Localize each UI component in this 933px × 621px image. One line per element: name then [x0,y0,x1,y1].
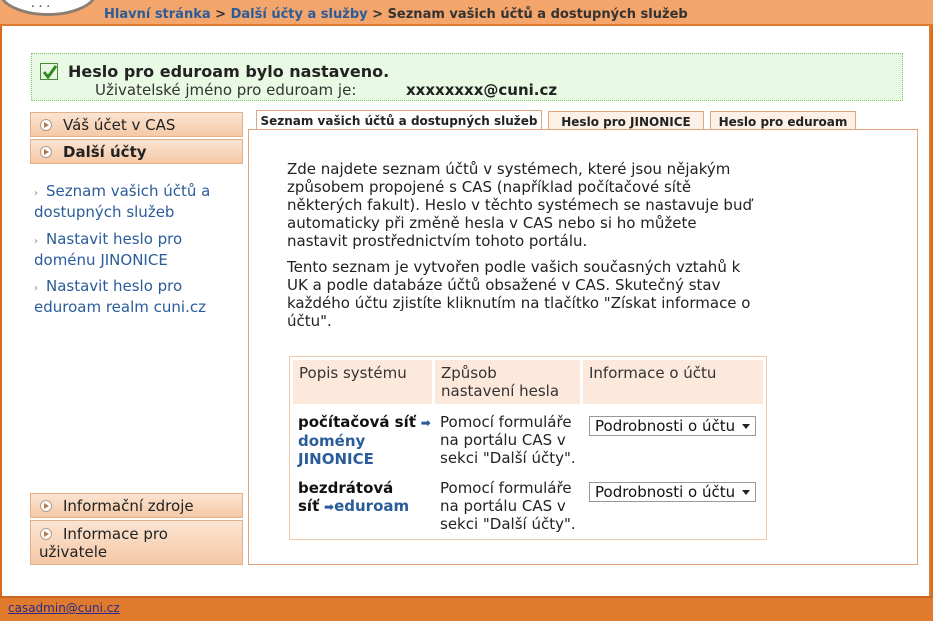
check-icon [40,63,58,80]
breadcrumb-other-link[interactable]: Další účty a služby [231,7,368,22]
sidebar-item-other-accounts[interactable]: Další účty [30,139,243,164]
sidebar-link-jinonice[interactable]: › Nastavit heslo pro doménu JINONICE [34,230,234,269]
breadcrumb: Hlavní stránka > Další účty a služby > S… [104,7,688,22]
sidebar-item-label: Další účty [63,143,147,161]
table-header: Způsob nastavení hesla [435,360,580,404]
system-label: počítačová síť [298,413,416,431]
chevron-down-icon [742,490,750,495]
sidebar-item-label: Informační zdroje [63,497,194,515]
sidebar-link-label: Nastavit heslo pro eduroam realm cuni.cz [34,277,206,316]
bullet-icon: › [34,188,38,199]
sidebar-item-cas-account[interactable]: Váš účet v CAS [30,112,243,137]
alert-title: Heslo pro eduroam bylo nastaveno. [68,62,390,81]
sidebar-link-eduroam[interactable]: › Nastavit heslo pro eduroam realm cuni.c… [34,277,234,316]
account-details-select[interactable]: Podrobnosti o účtu [589,482,756,502]
table-cell-system: bezdrátová síť ➡eduroam [298,479,418,516]
breadcrumb-current: Seznam vašich účtů a dostupných služeb [387,7,688,22]
circle-arrow-icon [40,119,52,131]
tab-panel: Zde najdete seznam účtů v systémech, kte… [248,129,918,565]
select-value: Podrobnosti o účtu [595,417,736,435]
username-value: xxxxxxxx@cuni.cz [406,81,558,99]
chevron-down-icon [742,424,750,429]
footer-email-link[interactable]: casadmin@cuni.cz [8,601,120,615]
success-alert: Heslo pro eduroam bylo nastaveno. Uživat… [31,53,903,101]
account-details-select[interactable]: Podrobnosti o účtu [589,416,756,436]
arrow-right-icon: ➡ [324,500,335,514]
arrow-right-icon: ➡ [420,416,431,430]
university-logo: ∙ ∙ ∙ [0,0,98,16]
bullet-icon: › [34,236,38,247]
sidebar-item-label: Váš účet v CAS [63,116,176,134]
sidebar-link-accounts-list[interactable]: › Seznam vašich účtů a dostupných služeb [34,182,234,221]
accounts-table: Popis systému Způsob nastavení hesla Inf… [289,356,767,540]
system-link-jinonice[interactable]: domény JINONICE [298,432,388,468]
tab-accounts-list[interactable]: Seznam vašich účtů a dostupných služeb [256,110,542,130]
circle-arrow-icon [40,146,52,158]
breadcrumb-home-link[interactable]: Hlavní stránka [104,7,211,22]
sidebar-link-label: Nastavit heslo pro doménu JINONICE [34,230,183,269]
table-cell-system: počítačová síť ➡ domény JINONICE [298,413,436,468]
table-header: Popis systému [293,360,432,404]
table-cell-method: Pomocí formuláře na portálu CAS v sekci … [440,413,576,467]
sidebar-link-label: Seznam vašich účtů a dostupných služeb [34,182,211,221]
sidebar-item-info-sources[interactable]: Informační zdroje [30,493,243,518]
table-header: Informace o účtu [583,360,763,404]
bullet-icon: › [34,283,38,294]
select-value: Podrobnosti o účtu [595,483,736,501]
main-content: Heslo pro eduroam bylo nastaveno. Uživat… [2,26,929,596]
intro-paragraph: Zde najdete seznam účtů v systémech, kte… [287,160,752,250]
intro-paragraph: Tento seznam je vytvořen podle vašich so… [287,258,751,330]
tab-jinonice-password[interactable]: Heslo pro JINONICE [548,111,704,130]
username-label: Uživatelské jméno pro eduroam je: [95,81,357,99]
sidebar-item-user-info[interactable]: Informace pro uživatele [30,520,243,565]
sidebar-item-label: Informace pro uživatele [39,525,168,561]
breadcrumb-separator: > [367,7,388,22]
table-cell-method: Pomocí formuláře na portálu CAS v sekci … [440,479,576,533]
breadcrumb-separator: > [210,7,231,22]
circle-arrow-icon [40,500,52,512]
tab-eduroam-password[interactable]: Heslo pro eduroam [710,111,856,130]
top-bar: ∙ ∙ ∙ Hlavní stránka > Další účty a služ… [0,0,933,26]
footer: casadmin@cuni.cz [0,596,933,621]
system-link-eduroam[interactable]: eduroam [334,497,409,515]
